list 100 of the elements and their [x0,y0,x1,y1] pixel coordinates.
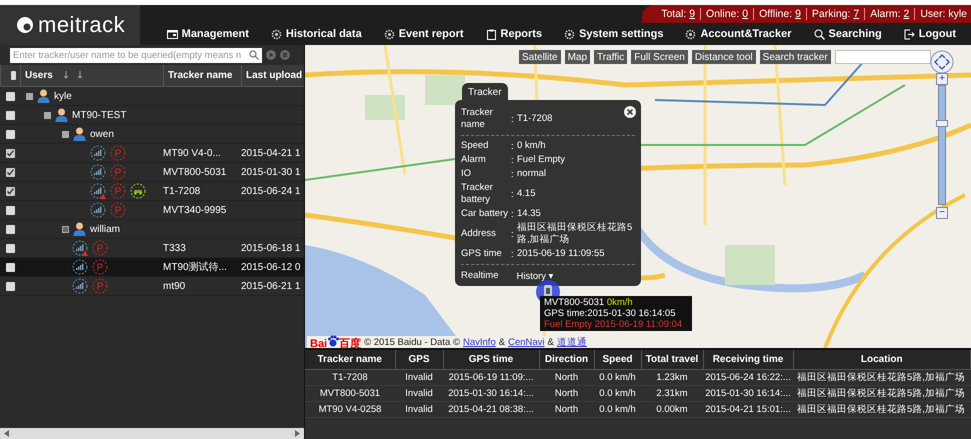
nav-menu-item[interactable]: Searching [802,28,893,40]
column-header: Location [793,350,970,369]
tracker-name: MVT340-9995 [163,204,226,216]
tree-row[interactable]: P MVT800-5031 2015-01-30 1 [0,163,304,182]
tree-row[interactable]: P MT90 V4-0... 2015-04-21 1 [0,144,304,163]
horizontal-scrollbar[interactable] [0,428,304,439]
row-checkbox[interactable] [6,130,15,138]
table-cell: 0.0 km/h [594,369,641,385]
table-cell: 0.0 km/h [594,385,641,401]
row-checkbox[interactable] [6,224,15,234]
parking-icon: P [92,259,108,275]
colon: : [511,140,515,152]
nav-menu-item[interactable]: Management [156,28,260,40]
table-cell: 福田区福田保税区桂花路5路,加福广场 [793,385,970,401]
column-header: Direction [539,350,594,369]
tree-row[interactable]: P T1-7208 2015-06-24 1 [0,182,304,201]
row-checkbox[interactable] [6,282,15,290]
nav-menu-item[interactable]: Event report [372,28,475,40]
map-search-field[interactable] [834,50,931,64]
tree-row[interactable]: owen [0,125,304,144]
field-value: Fuel Empty [517,154,566,166]
tree-row[interactable]: kyle [0,87,304,106]
field-label: Tracker name [461,107,494,131]
table-cell: 2015-04-21 15:01:... [703,401,793,417]
row-checkbox[interactable] [6,262,15,272]
nav-menu-item[interactable]: Logout [892,28,967,40]
zoom-in-button[interactable]: + [936,73,948,85]
tree-row[interactable]: MT90-TEST [0,106,304,125]
user-name: william [90,224,120,234]
colon: : [511,248,515,260]
stat-count: Total: 9 [656,8,702,20]
tracker-name: T1-7208 [163,186,200,196]
column-header: Tracker name [305,350,395,369]
row-checkbox[interactable] [6,110,15,120]
parking-icon: P [110,183,126,199]
zoom-out-button[interactable]: − [936,207,948,219]
select-all-checkbox[interactable] [11,71,16,80]
parking-icon: P [110,164,126,180]
map-toolbar-button[interactable]: Search tracker [760,50,831,64]
row-checkbox[interactable] [6,92,15,100]
table-cell: MT90 V4-0258 [305,401,395,417]
user-name: owen [90,128,114,140]
tree-row[interactable]: william [0,220,304,239]
expand-toggle[interactable] [44,112,51,118]
field-value: 0 km/h [517,140,547,152]
last-upload-time: 2015-01-30 1 [241,166,300,178]
nav-menu-item[interactable]: Historical data [260,28,373,40]
row-checkbox[interactable] [6,168,15,176]
field-value: 福田区福田保税区桂花路5路,加福广场 [517,222,634,246]
nav-menu-item[interactable]: System settings [553,28,674,40]
gear-icon [384,28,395,40]
close-icon[interactable] [624,106,636,118]
field-label: Address [461,228,497,240]
search-icon [249,50,259,60]
tree-row[interactable]: P MVT340-9995 [0,201,304,220]
field-value: normal [517,168,548,180]
data-source-link[interactable]: 道道通 [556,336,587,348]
field-value: 4.15 [517,188,536,200]
column-header: Tracker name [168,70,232,81]
row-checkbox[interactable] [6,186,15,196]
field-label: Alarm [461,154,487,166]
tracker-name: T333 [163,242,186,254]
expand-toggle[interactable] [26,92,33,100]
nav-menu-item[interactable]: Reports [474,28,554,40]
popup-link[interactable]: History ▾ [516,270,554,282]
scroll-right-icon[interactable] [294,430,300,437]
play-icon[interactable] [266,50,276,60]
row-checkbox[interactable] [6,148,15,158]
gear-icon [685,28,696,40]
row-checkbox[interactable] [6,244,15,252]
map-toolbar-button[interactable]: Traffic [594,50,628,64]
tracker-name: mt90 [163,280,186,292]
pan-control-icon[interactable] [930,50,954,74]
table-cell: Invalid [395,369,443,385]
map-toolbar-button[interactable]: Full Screen [631,50,688,64]
expand-toggle[interactable] [62,130,69,138]
tree-row[interactable]: P MT90测试待... 2015-06-12 0 [0,258,304,277]
tree-row[interactable]: P mt90 2015-06-21 1 [0,277,304,296]
nav-menu-item[interactable]: Account&Tracker [674,28,803,40]
tracker-name: MT90测试待... [163,262,227,273]
zoom-slider-thumb[interactable] [936,120,948,127]
gear-icon [270,28,282,40]
row-checkbox[interactable] [6,206,15,214]
tracker-speed: 0km/h [606,297,633,308]
zoom-slider[interactable] [938,85,946,205]
person-icon [73,127,86,141]
search-field[interactable]: Enter tracker/user name to be queried(empty means n [10,48,262,62]
popup-link[interactable]: Realtime [461,270,498,282]
sort-arrows-icon[interactable] [62,71,85,80]
user-name: User: kyle [919,8,967,20]
expand-toggle[interactable] [62,226,69,232]
data-source-link[interactable]: CenNavi [508,336,545,348]
map-toolbar-button[interactable]: Map [564,50,590,64]
map-toolbar-button[interactable]: Satellite [519,50,561,64]
scroll-left-icon[interactable] [4,430,10,437]
person-icon [55,108,68,122]
data-source-link[interactable]: NavInfo [462,336,496,348]
map-toolbar-button[interactable]: Distance tool [692,50,756,64]
list-icon[interactable] [280,50,290,60]
parking-icon: P [92,240,108,256]
